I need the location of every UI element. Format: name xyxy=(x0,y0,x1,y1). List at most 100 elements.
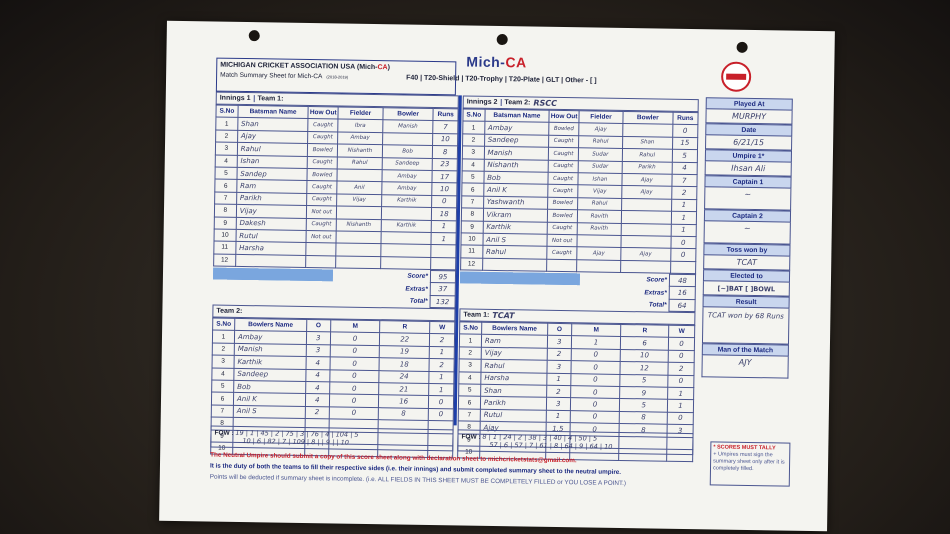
innings1-col-1: Batsman Name xyxy=(237,105,309,119)
bowling-team1-cell-name: Shan xyxy=(480,384,547,398)
innings1-col-3: Fielder xyxy=(338,106,384,121)
bowling-team2-cell-no: 4 xyxy=(211,367,234,381)
bowling-team1-cell-m: 1 xyxy=(571,336,621,350)
bowling-team1-cell-o: 3 xyxy=(547,335,572,349)
bowling-team1-cell-m: 0 xyxy=(570,373,621,387)
innings1-cell-fielder: Vijay xyxy=(336,193,382,207)
innings1-cell-bowler xyxy=(380,231,432,245)
innings1-cell-no: 12 xyxy=(213,253,236,267)
bowling-team2-cell-m: 0 xyxy=(329,369,380,383)
innings2-cell-no: 6 xyxy=(461,183,484,197)
innings2-cell-bowler: Rahul xyxy=(622,148,673,162)
bowling-team1-cell-r: 5 xyxy=(619,398,668,412)
innings1-cell-runs: 17 xyxy=(432,170,458,184)
bowling-team1-cell-o: 1 xyxy=(546,410,571,423)
innings1-cell-how: Bowled xyxy=(307,168,338,182)
innings2-cell-how: Caught xyxy=(547,221,578,235)
bowling-team2-cell-no: 3 xyxy=(212,355,235,368)
bowling-team1-cell-no: 7 xyxy=(458,408,481,422)
innings1-cell-how: Caught xyxy=(307,156,338,169)
innings1-batting-table: S.No Batsman Name How Out Fielder Bowler Runs… xyxy=(212,105,459,309)
bowling-team1-col-3: M xyxy=(571,323,622,337)
innings1-cell-no: 11 xyxy=(213,241,236,255)
fow-team1: FOW : 19 | 1 | 45 | 2 | 75 | 3 | 76 | 4 … xyxy=(210,425,454,452)
innings1-cell-how: Caught xyxy=(308,118,339,132)
innings2-cell-fielder: Sudar xyxy=(578,160,623,174)
innings2-cell-name: Nishanth xyxy=(483,158,549,173)
innings1-cell-name: Rutul xyxy=(235,229,307,243)
innings1-cell-fielder xyxy=(335,243,381,257)
innings2-cell-bowler: Ajay xyxy=(621,173,672,187)
innings2-cell-fielder: Ravith xyxy=(577,209,622,223)
innings2-cell-runs: 0 xyxy=(670,248,696,262)
innings1-cell-name: Dakesh xyxy=(235,216,307,231)
innings2-cell-how xyxy=(546,258,577,272)
bowling-team2-cell-no: 1 xyxy=(212,330,235,344)
toss-value: TCAT xyxy=(703,255,791,271)
innings1-cell-fielder xyxy=(337,168,383,183)
bowling-team2-cell-m: 0 xyxy=(329,394,379,408)
innings1-cell-how: Not out xyxy=(306,205,337,219)
bowling-team2-cell-m: 0 xyxy=(329,381,380,396)
innings1-col-2: How Out xyxy=(308,106,339,120)
innings1-cell-runs: 23 xyxy=(432,158,458,171)
innings2-cell-fielder: Rahul xyxy=(577,197,622,211)
innings2-cell-fielder: Ajay xyxy=(578,123,623,137)
bowling-team1-cell-name: Ram xyxy=(481,334,548,349)
innings2-cell-runs: 1 xyxy=(670,223,697,237)
bowling-team1-cell-name: Rutul xyxy=(480,408,547,423)
bowling-team1-cell-m: 0 xyxy=(570,348,621,362)
bowling-team1-cell-m: 0 xyxy=(570,385,621,399)
bowling-team1-cell-no: 1 xyxy=(459,334,482,348)
bowling-team2-cell-o: 2 xyxy=(305,406,330,420)
innings2-cell-no: 5 xyxy=(461,170,484,184)
innings1-cell-no: 8 xyxy=(214,204,237,217)
innings2-cell-name: Bob xyxy=(483,171,549,185)
innings1-cell-how: Bowled xyxy=(307,143,338,157)
innings2-cell-no: 3 xyxy=(462,146,485,159)
innings2-cell-how: Caught xyxy=(548,159,579,173)
innings1-cell-how xyxy=(306,242,337,256)
bowling-team2-cell-r: 22 xyxy=(379,333,430,347)
innings1-cell-runs: 8 xyxy=(432,145,458,159)
bowling-team2-cell-r: 18 xyxy=(379,357,430,372)
bowling-team1-cell-m: 0 xyxy=(570,360,621,375)
innings2-cell-how: Bowled xyxy=(547,209,578,223)
bowling-team1-cell-w: 0 xyxy=(667,411,694,425)
bowling-team2-cell-o: 4 xyxy=(305,381,330,395)
innings1-cell-fielder: Nishanth xyxy=(336,218,382,232)
innings2-cell-bowler: Ajay xyxy=(621,185,672,199)
innings2-cell-bowler xyxy=(621,210,672,224)
innings2-cell-name: Sandeep xyxy=(484,134,549,148)
bowling-team2-col-3: M xyxy=(330,319,381,334)
innings2-cell-bowler: Shan xyxy=(622,136,673,150)
innings1-cell-bowler: Ambay xyxy=(381,182,433,196)
innings2-cell-bowler: Parikh xyxy=(622,161,672,175)
innings1-cell-no: 6 xyxy=(214,179,237,193)
innings1-cell-name xyxy=(235,254,307,268)
bowling-team1-cell-no: 3 xyxy=(458,359,482,372)
innings2-cell-bowler xyxy=(620,235,671,249)
innings1-cell-runs xyxy=(431,244,456,258)
bowling-team1-cell-name: Harsha xyxy=(480,371,547,386)
innings1-cell-name: Vijay xyxy=(236,204,307,219)
innings1-total-label: Total* xyxy=(409,297,428,305)
innings1-cell-how: Caught xyxy=(306,193,337,207)
innings1-cell-name: Rahul xyxy=(237,142,308,157)
innings1-extras: 37 xyxy=(430,282,456,296)
bowling-team2-cell-o: 3 xyxy=(305,344,331,358)
innings2-cell-no: 7 xyxy=(461,195,484,209)
bowling-team1-cell-r: 8 xyxy=(619,411,668,425)
bowling-team1-cell-r: 9 xyxy=(619,386,668,400)
association-logo-icon xyxy=(720,61,752,92)
bowling-team2-cell-r: 24 xyxy=(379,370,430,384)
bowling-team2-cell-o: 4 xyxy=(305,393,330,407)
bowling-team2-col-0: S.No xyxy=(212,318,235,331)
innings1-cell-fielder xyxy=(336,230,382,244)
innings2-cell-no: 9 xyxy=(461,220,483,234)
score-sheet: MICHIGAN CRICKET ASSOCIATION USA (Mich-C… xyxy=(159,20,835,532)
innings2-cell-fielder: Sudar xyxy=(578,147,623,162)
bowling-team2-cell-w: 1 xyxy=(429,346,455,360)
innings2-cell-bowler: Ajay xyxy=(620,247,671,261)
innings1-cell-bowler xyxy=(380,256,432,270)
